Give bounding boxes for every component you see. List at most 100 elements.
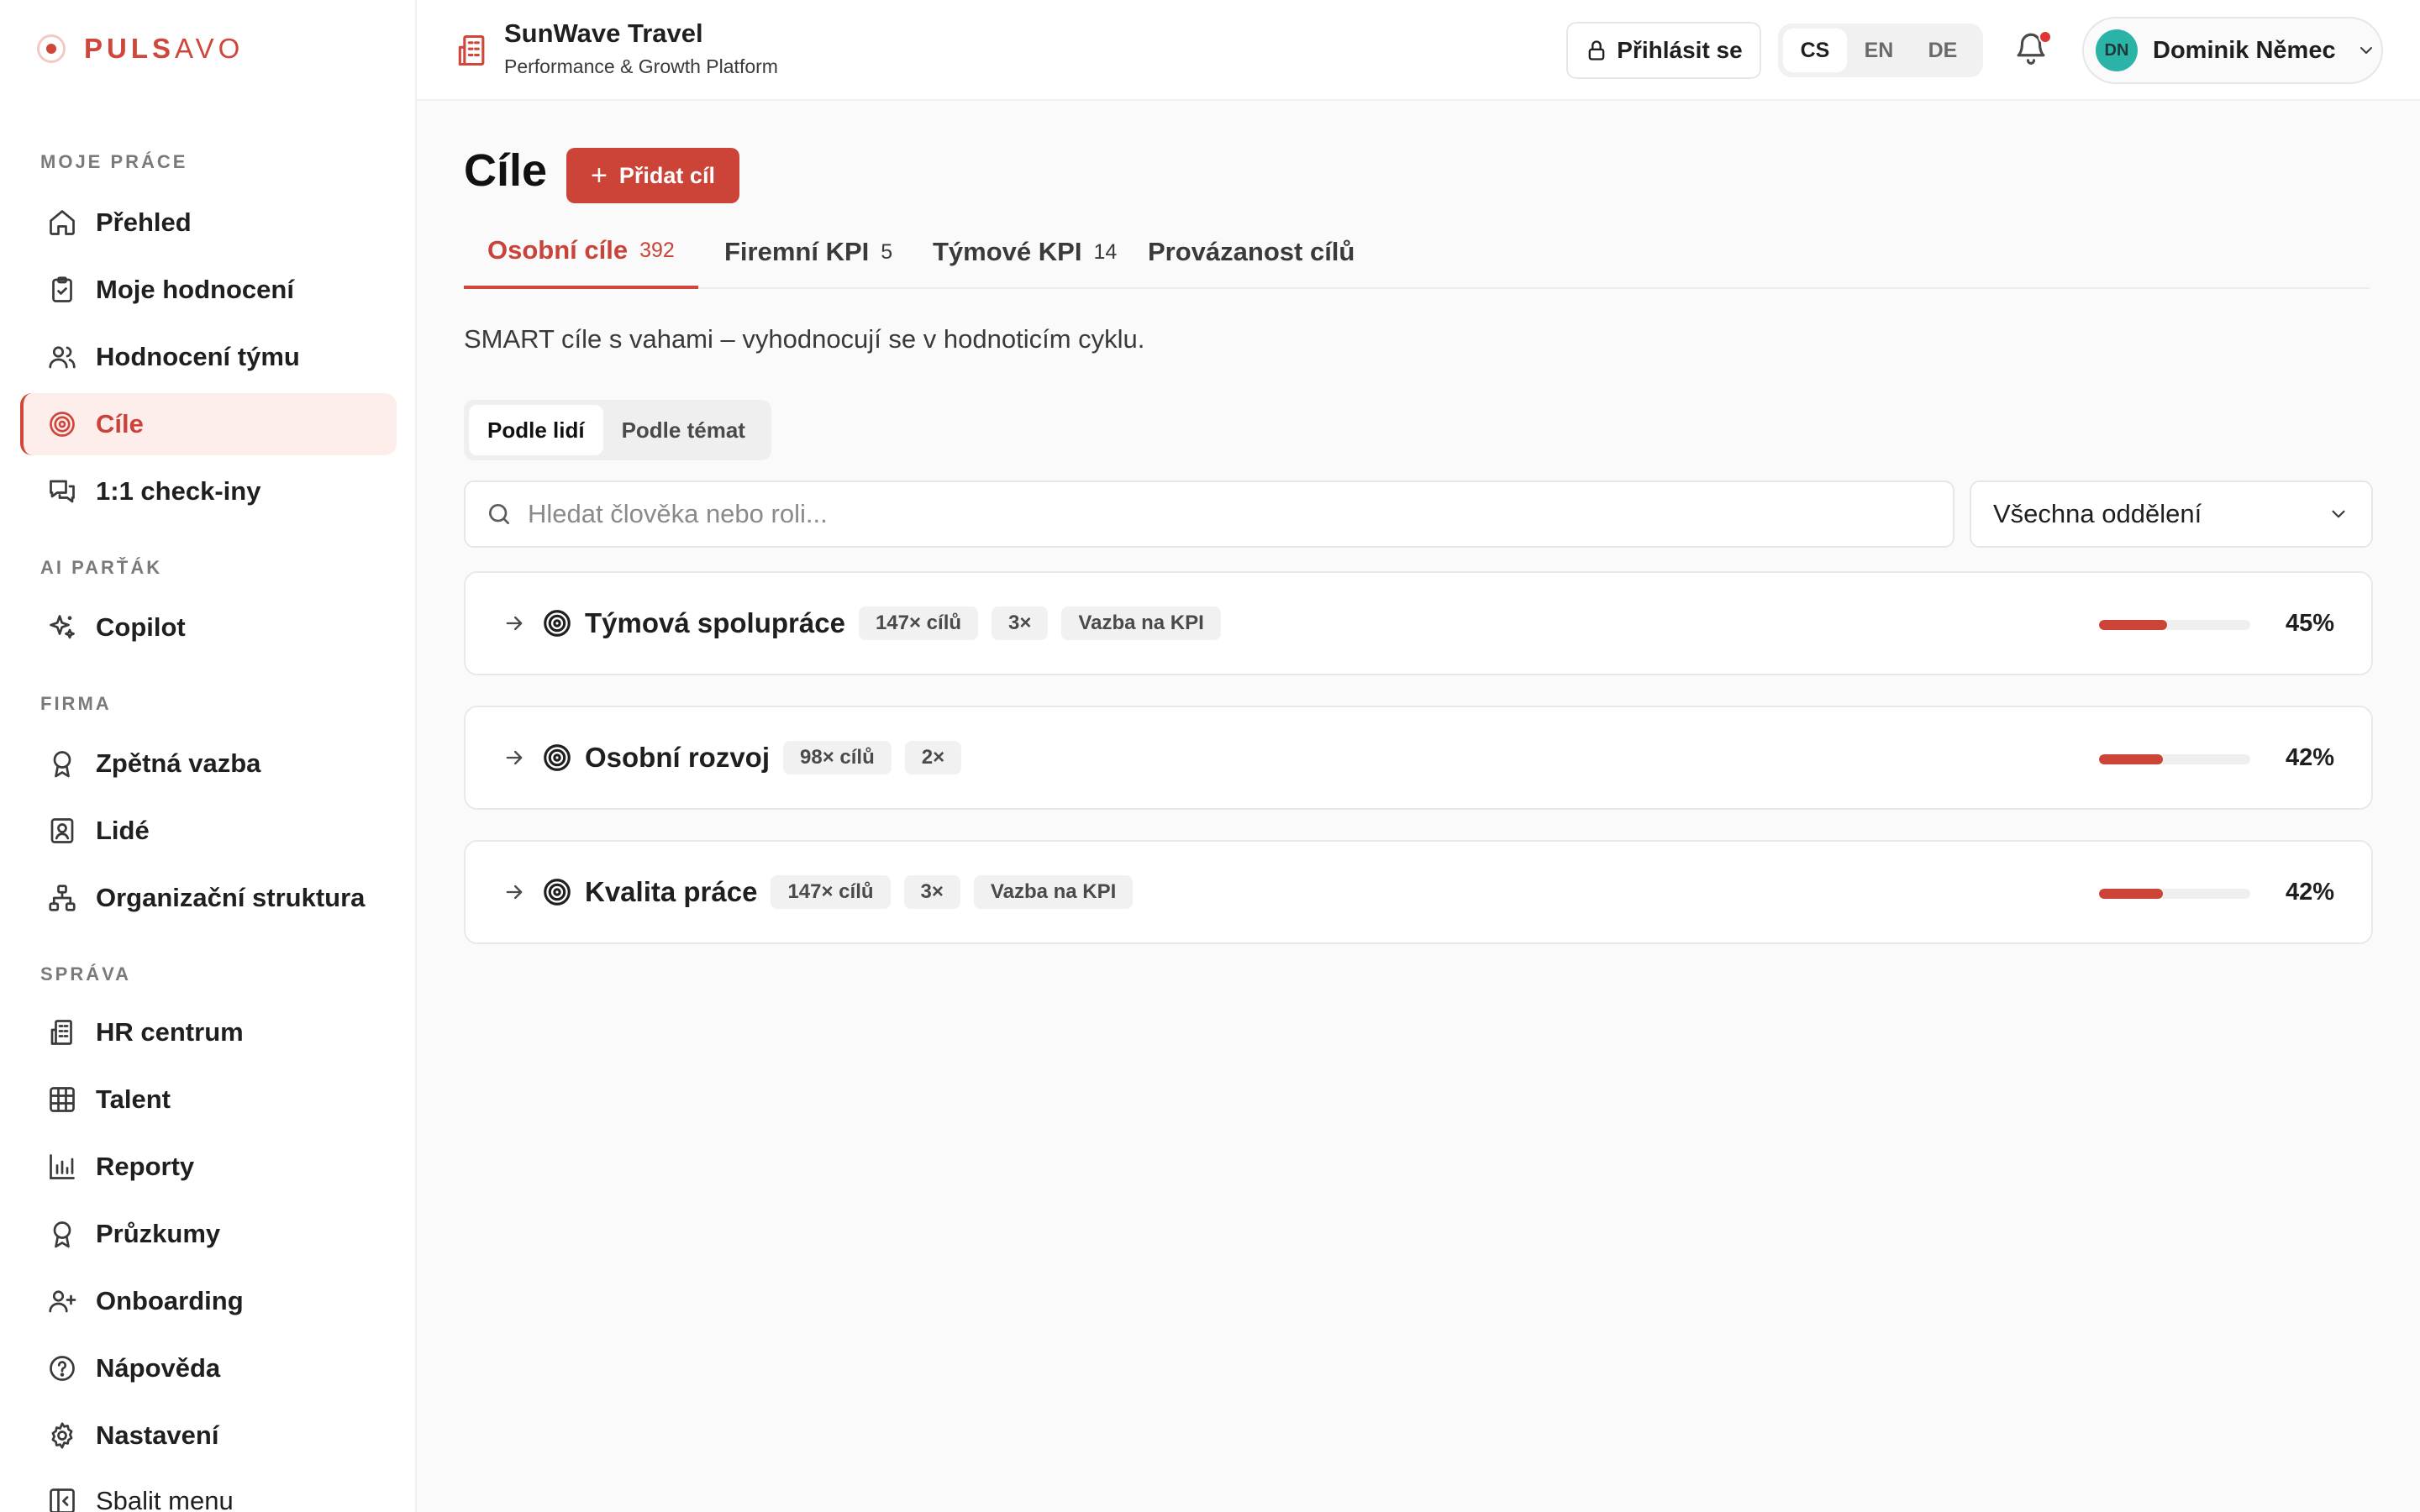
sidebar-item-copilot[interactable]: Copilot: [20, 596, 397, 659]
target-icon: [45, 407, 79, 441]
language-option-de[interactable]: DE: [1911, 29, 1975, 72]
arrow-right-icon: [506, 885, 523, 900]
network-icon: [45, 881, 79, 915]
sidebar-item-cile[interactable]: Cíle: [20, 393, 397, 455]
weight-badge: 3×: [903, 875, 960, 909]
progress-bar: [2099, 620, 2250, 630]
goal-group-badges: 147× cílů 3× Vazba na KPI: [858, 606, 1234, 640]
sidebar-item-label: Zpětná vazba: [96, 748, 261, 778]
sidebar-item-checkiny[interactable]: 1:1 check-iny: [20, 460, 397, 522]
tab-label: Provázanost cílů: [1148, 237, 1355, 266]
page-description: SMART cíle s vahami – vyhodnocují se v h…: [464, 324, 1145, 354]
progress-percent: 42%: [2285, 744, 2334, 771]
sidebar: PULSAVO MOJE PRÁCE Přehled Moje hodnocen…: [0, 0, 417, 1512]
tab-label: Osobní cíle: [487, 235, 629, 265]
award-icon: [45, 1217, 79, 1251]
sidebar-item-label: Copilot: [96, 612, 186, 642]
target-icon: [544, 744, 571, 771]
clipboard-icon: [45, 273, 79, 307]
sidebar-item-hodnoceni-tymu[interactable]: Hodnocení týmu: [20, 326, 397, 388]
sidebar-item-label: Cíle: [96, 409, 144, 438]
goal-group-card[interactable]: Kvalita práce 147× cílů 3× Vazba na KPI …: [464, 840, 2373, 944]
notifications-button[interactable]: [2013, 30, 2054, 71]
search-icon: [489, 504, 509, 524]
home-icon: [45, 206, 79, 239]
department-select-value: Všechna oddělení: [1993, 499, 2202, 528]
sidebar-item-nastaveni[interactable]: Nastavení: [20, 1404, 397, 1467]
tab-firemni-kpi[interactable]: Firemní KPI 5: [701, 215, 916, 289]
goal-group-card[interactable]: Týmová spolupráce 147× cílů 3× Vazba na …: [464, 571, 2373, 675]
logo[interactable]: PULSAVO: [37, 34, 244, 64]
building-icon: [454, 32, 491, 69]
collapse-icon: [45, 1484, 79, 1512]
user-menu[interactable]: DN Dominik Němec: [2082, 17, 2383, 84]
sidebar-collapse-button[interactable]: Sbalit menu: [20, 1470, 397, 1512]
tab-provazanost-cilu[interactable]: Provázanost cílů: [1124, 215, 1378, 289]
view-toggle-people[interactable]: Podle lidí: [469, 405, 603, 455]
target-icon: [544, 610, 571, 637]
tab-osobni-cile[interactable]: Osobní cíle 392: [464, 215, 698, 289]
sidebar-item-moje-hodnoceni[interactable]: Moje hodnocení: [20, 259, 397, 321]
arrow-right-icon: [506, 750, 523, 765]
progress-percent: 42%: [2285, 879, 2334, 906]
department-select[interactable]: Všechna oddělení: [1970, 480, 2373, 548]
organization-subtitle: Performance & Growth Platform: [504, 55, 778, 77]
sidebar-item-label: Průzkumy: [96, 1219, 221, 1248]
sidebar-item-organizacni-struktura[interactable]: Organizační struktura: [20, 867, 397, 929]
sidebar-item-label: Onboarding: [96, 1286, 244, 1315]
contact-icon: [45, 814, 79, 848]
language-option-en[interactable]: EN: [1847, 29, 1911, 72]
search-box: [464, 480, 1954, 548]
sidebar-item-talent[interactable]: Talent: [20, 1068, 397, 1131]
weight-badge: 3×: [992, 606, 1049, 640]
main-content: Cíle + Přidat cíl Osobní cíle 392 Firemn…: [417, 101, 2420, 1512]
progress-fill: [2099, 620, 2167, 630]
building-icon: [45, 1016, 79, 1049]
add-goal-label: Přidat cíl: [618, 162, 715, 188]
sparkles-icon: [45, 611, 79, 644]
sidebar-item-label: Nastavení: [96, 1420, 219, 1450]
user-plus-icon: [45, 1284, 79, 1318]
sidebar-item-label: Talent: [96, 1084, 171, 1114]
view-toggle-topics[interactable]: Podle témat: [603, 405, 764, 455]
search-input[interactable]: [528, 499, 1872, 529]
gear-icon: [45, 1419, 79, 1452]
sidebar-item-prehled[interactable]: Přehled: [20, 192, 397, 254]
progress-fill: [2099, 754, 2163, 764]
view-toggle: Podle lidí Podle témat: [464, 400, 771, 460]
goal-count-badge: 98× cílů: [783, 741, 892, 774]
nav-section-title: SPRÁVA: [40, 963, 132, 984]
goal-count-badge: 147× cílů: [771, 875, 891, 909]
user-name: Dominik Němec: [2153, 36, 2336, 64]
sidebar-item-label: Hodnocení týmu: [96, 342, 300, 371]
tab-tymove-kpi[interactable]: Týmové KPI 14: [909, 215, 1140, 289]
login-button[interactable]: Přihlásit se: [1566, 22, 1761, 79]
grid-icon: [45, 1083, 79, 1116]
sidebar-item-reporty[interactable]: Reporty: [20, 1136, 397, 1198]
language-option-cs[interactable]: CS: [1783, 29, 1847, 72]
goal-group-badges: 98× cílů 2×: [783, 741, 975, 774]
sidebar-item-napoveda[interactable]: Nápověda: [20, 1337, 397, 1399]
sidebar-item-pruzkumy[interactable]: Průzkumy: [20, 1203, 397, 1265]
logo-text: PULSAVO: [84, 33, 245, 64]
sidebar-item-zpetna-vazba[interactable]: Zpětná vazba: [20, 732, 397, 795]
tab-label: Týmové KPI: [933, 237, 1082, 266]
tab-label: Firemní KPI: [724, 237, 870, 266]
goal-group-card[interactable]: Osobní rozvoj 98× cílů 2× 42%: [464, 706, 2373, 810]
logo-mark-icon: [37, 34, 66, 63]
add-goal-button[interactable]: + Přidat cíl: [566, 148, 739, 203]
goal-group-badges: 147× cílů 3× Vazba na KPI: [771, 875, 1146, 909]
sidebar-item-onboarding[interactable]: Onboarding: [20, 1270, 397, 1332]
progress-bar: [2099, 889, 2250, 899]
chat-icon: [45, 475, 79, 508]
sidebar-item-label: Organizační struktura: [96, 883, 366, 912]
progress-percent: 45%: [2285, 610, 2334, 637]
login-label: Přihlásit se: [1617, 37, 1743, 63]
notification-dot: [2039, 30, 2052, 44]
sidebar-item-lide[interactable]: Lidé: [20, 800, 397, 862]
sidebar-item-label: Moje hodnocení: [96, 275, 294, 304]
users-icon: [45, 340, 79, 374]
sidebar-item-hr-centrum[interactable]: HR centrum: [20, 1001, 397, 1063]
weight-badge: 2×: [904, 741, 962, 774]
plus-icon: +: [591, 160, 608, 192]
